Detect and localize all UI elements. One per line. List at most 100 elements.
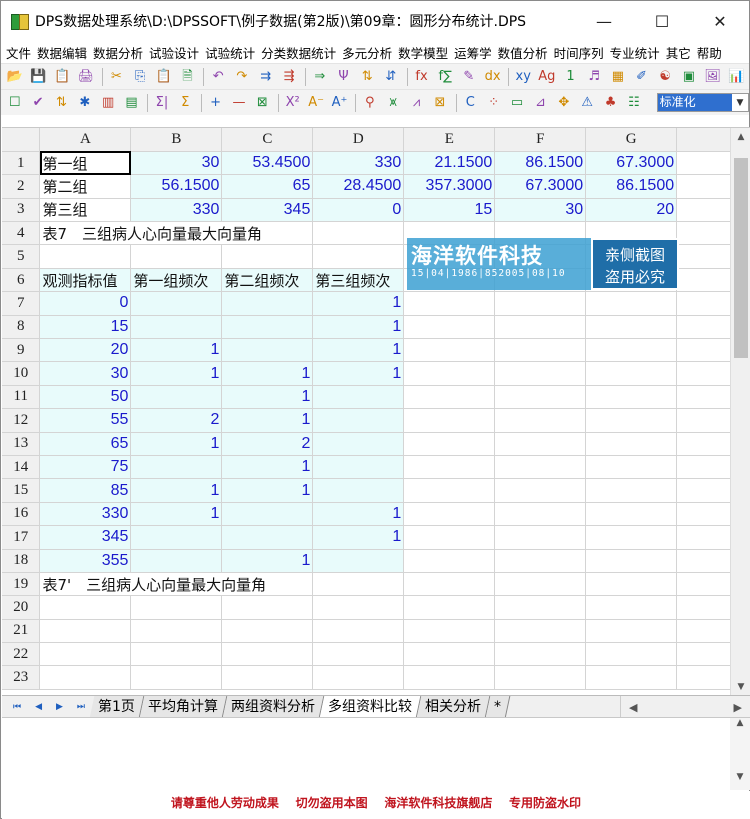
table-cell[interactable]: 1 [221, 408, 314, 433]
sheet-tab[interactable]: 第1页 [89, 695, 145, 718]
toolbar-button-icon[interactable]: 📋 [51, 66, 73, 88]
table-cell[interactable]: 第一组频次 [130, 268, 223, 293]
toolbar-button-icon[interactable]: ♣ [600, 92, 621, 114]
table-cell[interactable]: 65 [39, 432, 132, 456]
table-cell[interactable] [585, 291, 678, 316]
table-cell[interactable] [585, 549, 678, 573]
select-all-corner[interactable] [2, 128, 41, 152]
output-pane[interactable]: ▲ ▼ [2, 717, 750, 790]
table-cell[interactable] [585, 455, 678, 480]
toolbar-button-icon[interactable]: ⚠ [576, 92, 597, 114]
menu-item[interactable]: 数据分析 [90, 43, 146, 62]
table-cell[interactable] [221, 642, 314, 667]
toolbar-button-icon[interactable]: fx [411, 66, 433, 88]
table-cell[interactable] [494, 315, 587, 340]
table-cell[interactable]: 1 [130, 478, 223, 503]
toolbar-button-icon[interactable]: 1 [560, 66, 582, 88]
table-cell[interactable] [494, 291, 587, 316]
table-cell[interactable]: 0 [312, 198, 405, 223]
close-button[interactable]: ✕ [691, 1, 749, 41]
table-cell[interactable] [585, 525, 678, 550]
sheet-tab[interactable]: 两组资料分析 [222, 695, 325, 718]
table-cell[interactable] [585, 385, 678, 410]
table-cell[interactable] [221, 244, 314, 269]
toolbar-button-icon[interactable]: ⇵ [380, 66, 402, 88]
tab-nav-icon[interactable]: ▶ [56, 702, 63, 712]
toolbar-button-icon[interactable]: ⊠ [252, 92, 273, 114]
toolbar-button-icon[interactable]: ⇅ [356, 66, 378, 88]
row-header[interactable]: 16 [2, 502, 41, 527]
toolbar-button-icon[interactable]: ⩙ [383, 92, 404, 114]
table-cell[interactable] [39, 244, 132, 269]
table-cell[interactable] [403, 385, 496, 410]
toolbar-button-icon[interactable]: Ag [536, 66, 558, 88]
table-cell[interactable] [403, 595, 496, 620]
toolbar-button-icon[interactable]: ☷ [623, 92, 644, 114]
menu-item[interactable]: 试验统计 [202, 43, 258, 62]
table-cell[interactable]: 1 [221, 478, 314, 503]
table-cell[interactable]: 357.3000 [403, 174, 496, 199]
table-cell[interactable] [403, 502, 496, 527]
table-cell[interactable] [494, 572, 587, 597]
menu-item[interactable]: 多元分析 [339, 43, 395, 62]
toolbar-button-icon[interactable]: ⊿ [530, 92, 551, 114]
table-cell[interactable]: 第三组频次 [312, 268, 405, 293]
table-cell[interactable]: 表7 三组病人心向量最大向量角 [39, 221, 314, 246]
table-cell[interactable]: 2 [221, 432, 314, 456]
toolbar-button-icon[interactable]: A⁻ [305, 92, 326, 114]
table-cell[interactable]: 1 [130, 338, 223, 363]
style-dropdown[interactable]: 标准化 ▼ [656, 93, 749, 112]
toolbar-button-icon[interactable]: ☐ [4, 92, 25, 114]
table-cell[interactable]: 65 [221, 174, 314, 199]
table-cell[interactable] [39, 595, 132, 620]
column-header[interactable]: B [130, 128, 223, 152]
table-cell[interactable] [130, 619, 223, 644]
table-cell[interactable]: 1 [130, 502, 223, 527]
toolbar-button-icon[interactable]: Σ [175, 92, 196, 114]
table-cell[interactable] [403, 361, 496, 386]
table-cell[interactable]: 20 [39, 338, 132, 363]
column-header[interactable]: D [312, 128, 405, 152]
scroll-up-icon[interactable]: ▲ [731, 128, 750, 146]
menu-item[interactable]: 专业统计 [607, 43, 663, 62]
table-cell[interactable] [130, 455, 223, 480]
table-cell[interactable] [403, 572, 496, 597]
table-cell[interactable]: 观测指标值 [39, 268, 132, 293]
vertical-scrollbar[interactable]: ▲ ▼ [730, 128, 750, 695]
toolbar-button-icon[interactable]: 💾 [28, 66, 50, 88]
toolbar-button-icon[interactable]: ▦ [607, 66, 629, 88]
menu-item[interactable]: 数值分析 [495, 43, 551, 62]
table-cell[interactable] [494, 478, 587, 503]
tab-nav-icon[interactable]: ◀ [35, 702, 42, 712]
toolbar-button-icon[interactable]: ▣ [678, 66, 700, 88]
table-cell[interactable] [494, 408, 587, 433]
table-cell[interactable]: 28.4500 [312, 174, 405, 199]
table-cell[interactable] [312, 221, 405, 246]
sheet-tab[interactable]: * [485, 695, 511, 718]
table-cell[interactable] [221, 502, 314, 527]
toolbar-button-icon[interactable]: ⊠ [429, 92, 450, 114]
toolbar-button-icon[interactable]: — [228, 92, 249, 114]
table-cell[interactable] [585, 361, 678, 386]
table-cell[interactable] [585, 478, 678, 503]
row-header[interactable]: 10 [2, 361, 41, 386]
row-header[interactable]: 8 [2, 315, 41, 340]
table-cell[interactable]: 30 [130, 151, 223, 176]
table-cell[interactable] [130, 549, 223, 573]
menu-item[interactable]: 数据编辑 [34, 43, 90, 62]
table-cell[interactable] [312, 665, 405, 690]
toolbar-button-icon[interactable]: ✱ [74, 92, 95, 114]
toolbar-button-icon[interactable]: ⇒ [309, 66, 331, 88]
row-header[interactable]: 21 [2, 619, 41, 644]
minimize-button[interactable]: — [575, 1, 633, 41]
table-cell[interactable] [403, 315, 496, 340]
table-cell[interactable]: 330 [312, 151, 405, 176]
table-cell[interactable] [494, 502, 587, 527]
table-cell[interactable] [494, 665, 587, 690]
table-cell[interactable] [312, 455, 405, 480]
table-cell[interactable] [39, 642, 132, 667]
toolbar-button-icon[interactable]: ▤ [121, 92, 142, 114]
toolbar-button-icon[interactable]: ↶ [207, 66, 229, 88]
table-cell[interactable] [312, 244, 405, 269]
table-cell[interactable]: 1 [312, 502, 405, 527]
